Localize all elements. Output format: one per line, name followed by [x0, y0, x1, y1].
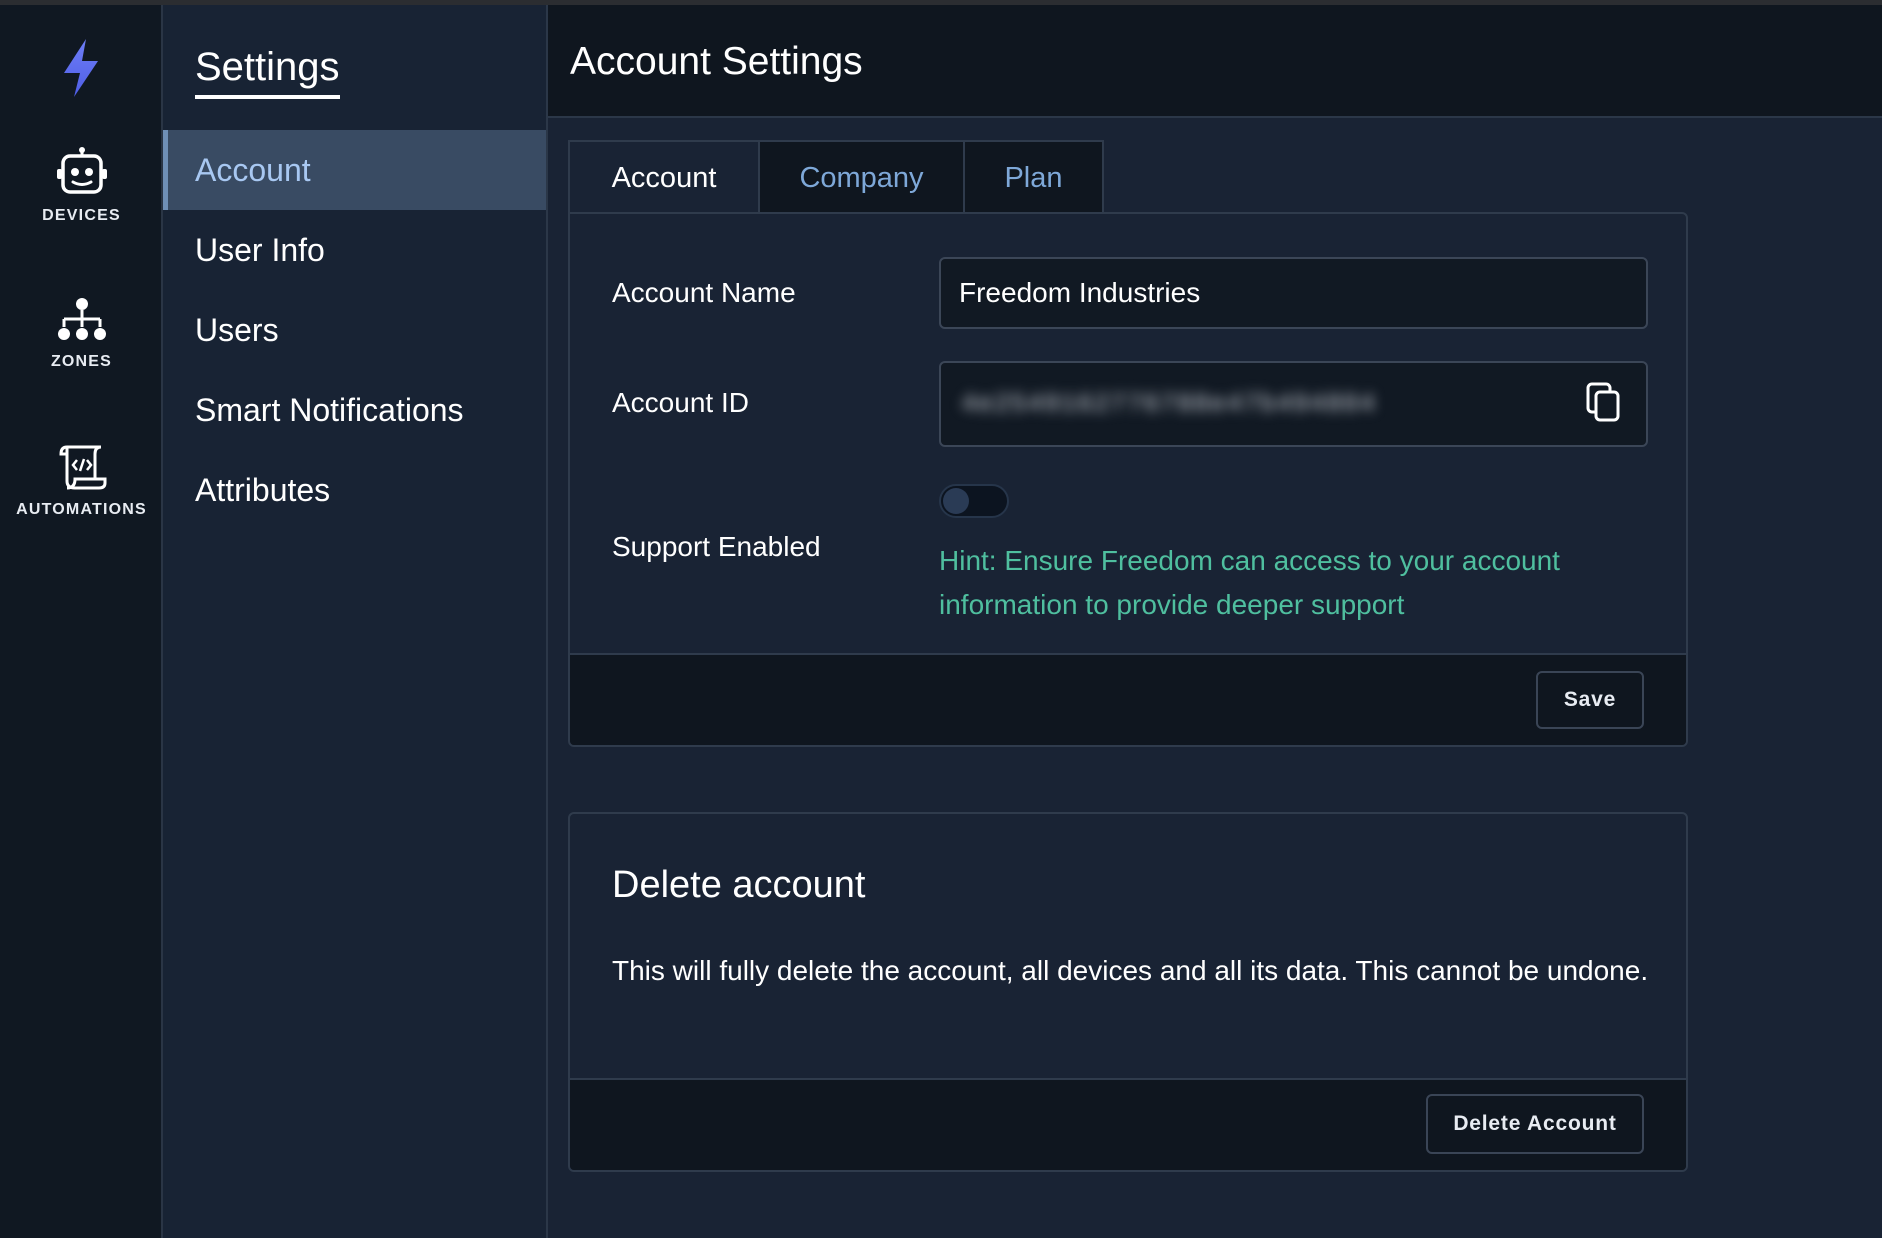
- delete-account-title: Delete account: [612, 864, 866, 906]
- save-button[interactable]: Save: [1536, 671, 1644, 729]
- sidebar-item-smart-notifications[interactable]: Smart Notifications: [163, 370, 546, 450]
- sidebar-item-attributes[interactable]: Attributes: [163, 450, 546, 530]
- icon-rail: DEVICES ZONES AUTOMATIONS: [0, 5, 163, 1238]
- account-id-label: Account ID: [612, 387, 749, 418]
- sidebar-item-account[interactable]: Account: [163, 130, 546, 210]
- account-name-value: Freedom Industries: [959, 277, 1201, 308]
- settings-sidebar: Settings Account User Info Users Smart N…: [163, 5, 548, 1238]
- lightning-logo-icon[interactable]: [58, 37, 104, 99]
- robot-icon: [56, 147, 107, 194]
- delete-account-footer: Delete Account: [570, 1078, 1686, 1170]
- support-enabled-toggle[interactable]: [939, 484, 1009, 518]
- delete-account-card: Delete account This will fully delete th…: [568, 812, 1688, 1172]
- toggle-knob: [943, 488, 969, 514]
- script-code-icon: [58, 445, 106, 490]
- account-name-field[interactable]: Freedom Industries: [939, 257, 1648, 329]
- hierarchy-icon: [57, 298, 106, 340]
- rail-item-automations[interactable]: AUTOMATIONS: [0, 441, 163, 519]
- support-hint-text: Hint: Ensure Freedom can access to your …: [939, 545, 1560, 620]
- page-title: Account Settings: [570, 40, 863, 83]
- sidebar-item-users[interactable]: Users: [163, 290, 546, 370]
- support-enabled-label: Support Enabled: [612, 531, 821, 562]
- account-form-card: Account Name Freedom Industries Account …: [568, 212, 1688, 747]
- tab-account[interactable]: Account: [568, 140, 760, 214]
- sidebar-item-user-info[interactable]: User Info: [163, 210, 546, 290]
- rail-item-zones[interactable]: ZONES: [0, 297, 163, 371]
- rail-label-devices: DEVICES: [42, 207, 121, 224]
- sidebar-title: Settings: [195, 45, 340, 99]
- tab-company[interactable]: Company: [758, 140, 965, 214]
- rail-label-zones: ZONES: [50, 353, 113, 370]
- rail-item-devices[interactable]: DEVICES: [0, 147, 163, 225]
- tab-plan[interactable]: Plan: [963, 140, 1104, 214]
- account-form-footer: Save: [570, 653, 1686, 745]
- delete-account-description: This will fully delete the account, all …: [612, 955, 1649, 986]
- account-id-value: 4e2549162776788e47b494804: [961, 389, 1377, 419]
- page-header: Account Settings: [548, 5, 1882, 118]
- copy-icon[interactable]: [1586, 382, 1620, 422]
- account-name-label: Account Name: [612, 277, 796, 308]
- delete-account-button[interactable]: Delete Account: [1426, 1094, 1644, 1154]
- account-id-field[interactable]: 4e2549162776788e47b494804: [939, 361, 1648, 447]
- rail-label-automations: AUTOMATIONS: [16, 501, 147, 518]
